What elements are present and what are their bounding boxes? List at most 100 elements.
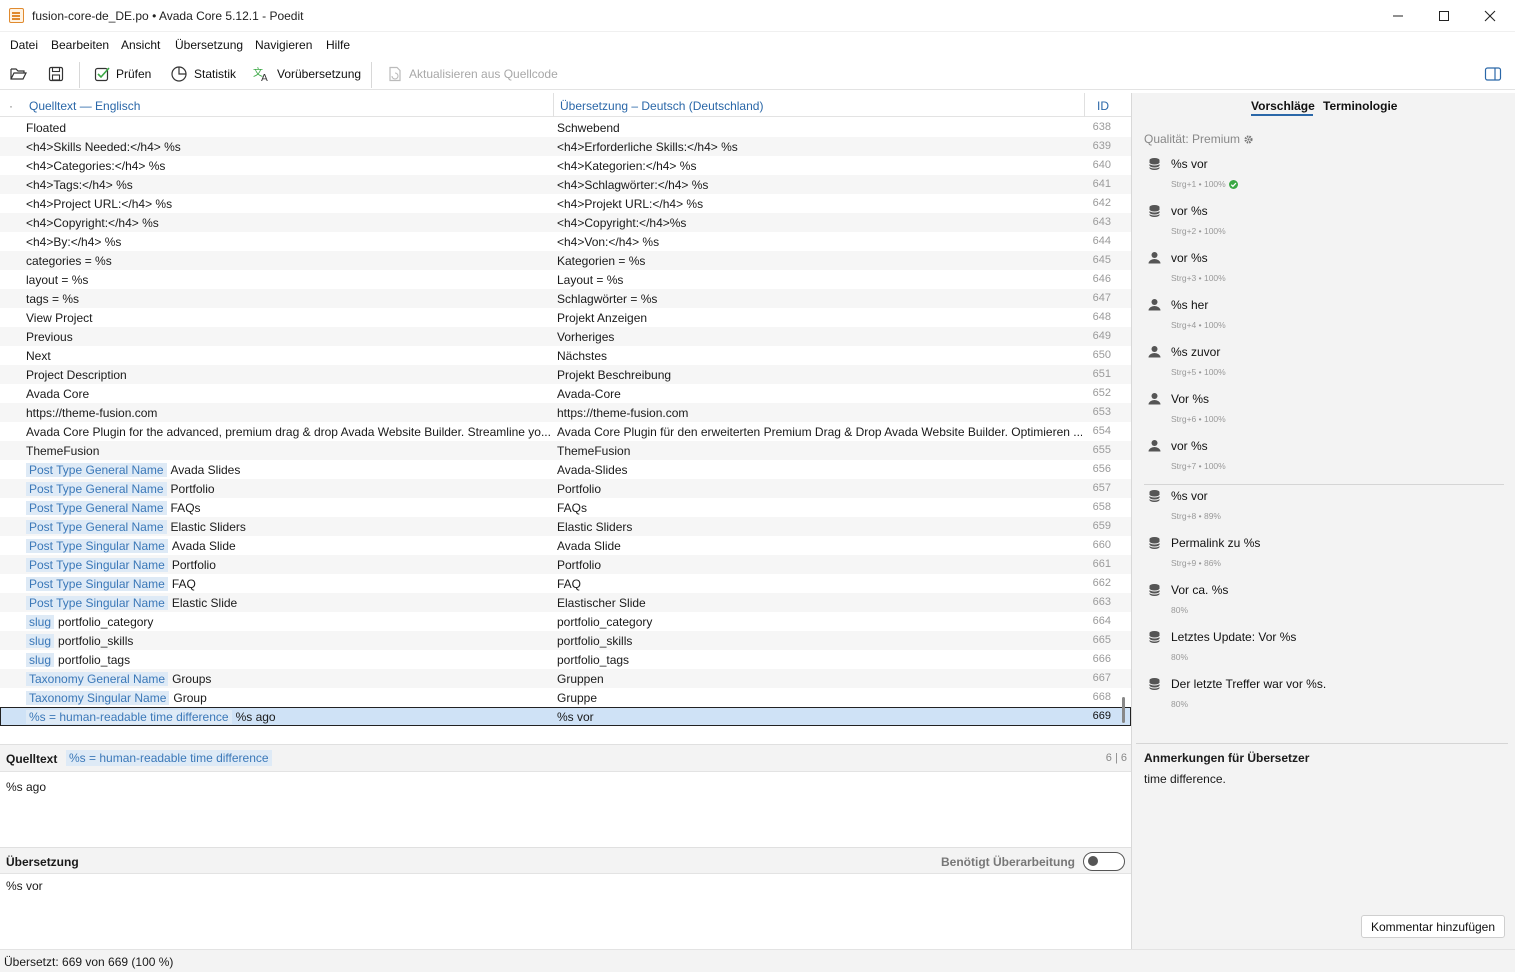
table-row[interactable]: Post Type General Name Portfolio Portfolio… [0, 479, 1131, 498]
suggestion-item[interactable]: %s zuvor Strg+5 • 100% [1144, 341, 1504, 388]
table-row[interactable]: Post Type Singular Name Portfolio Portfoli… [0, 555, 1131, 574]
table-row[interactable]: Avada Core Avada-Core 652 [0, 384, 1131, 403]
column-divider[interactable] [553, 93, 554, 117]
needs-work-toggle[interactable] [1083, 852, 1125, 871]
table-row[interactable]: categories = %s Kategorien = %s 645 [0, 251, 1131, 270]
translation-label: Übersetzung [6, 855, 79, 869]
close-icon [1484, 10, 1496, 22]
suggestion-item[interactable]: Permalink zu %s Strg+9 • 86% [1144, 532, 1504, 579]
table-row[interactable]: <h4>Copyright:</h4> %s <h4>Copyright:</h4… [0, 213, 1131, 232]
row-source: ThemeFusion [26, 444, 550, 458]
source-string: <h4>Copyright:</h4> %s [26, 216, 159, 230]
row-id: 658 [1092, 501, 1111, 513]
source-string: ThemeFusion [26, 444, 100, 458]
column-divider[interactable] [1084, 93, 1085, 117]
row-translation: Gruppen [557, 672, 604, 686]
table-row[interactable]: <h4>Skills Needed:</h4> %s <h4>Erforderli… [0, 137, 1131, 156]
minimize-button[interactable] [1375, 0, 1421, 32]
update-from-source-button[interactable]: Aktualisieren aus Quellcode [387, 64, 558, 84]
quality-label[interactable]: Qualität: Premium [1144, 132, 1254, 146]
database-icon [1148, 489, 1161, 506]
table-row[interactable]: Post Type General Name Avada Slides Avada-… [0, 460, 1131, 479]
suggestion-item[interactable]: %s her Strg+4 • 100% [1144, 294, 1504, 341]
table-row[interactable]: layout = %s Layout = %s 646 [0, 270, 1131, 289]
table-row[interactable]: Post Type General Name FAQs FAQs 658 [0, 498, 1131, 517]
notes-divider [1136, 743, 1508, 744]
table-row[interactable]: Avada Core Plugin for the advanced, prem… [0, 422, 1131, 441]
row-source: Avada Core [26, 387, 550, 401]
table-row[interactable]: <h4>By:</h4> %s <h4>Von:</h4> %s 644 [0, 232, 1131, 251]
suggestion-item[interactable]: Der letzte Treffer war vor %s. 80% [1144, 673, 1504, 720]
suggestion-text: vor %s [1171, 439, 1208, 453]
suggestion-item[interactable]: %s vor Strg+8 • 89% [1144, 485, 1504, 532]
suggestion-item[interactable]: Letztes Update: Vor %s 80% [1144, 626, 1504, 673]
save-icon [48, 66, 64, 82]
statistics-button[interactable]: Statistik [170, 64, 236, 84]
row-translation: <h4>Von:</h4> %s [557, 235, 660, 249]
translation-input[interactable]: %s vor [6, 879, 43, 893]
suggestion-text: Der letzte Treffer war vor %s. [1171, 677, 1327, 691]
table-row[interactable]: Next Nächstes 650 [0, 346, 1131, 365]
row-translation: Schwebend [557, 121, 620, 135]
suggestion-shortcut-score: 80% [1171, 699, 1189, 709]
row-translation: Avada-Core [557, 387, 621, 401]
source-string: FAQs [170, 501, 201, 515]
table-row[interactable]: slug portfolio_skills portfolio_skills 665 [0, 631, 1131, 650]
table-row[interactable]: tags = %s Schlagwörter = %s 647 [0, 289, 1131, 308]
suggestion-item[interactable]: vor %s Strg+2 • 100% [1144, 200, 1504, 247]
table-row[interactable]: Previous Vorheriges 649 [0, 327, 1131, 346]
list-scrollbar[interactable] [1122, 697, 1125, 723]
table-row[interactable]: Floated Schwebend 638 [0, 118, 1131, 137]
table-row[interactable]: Taxonomy Singular Name Group Gruppe 668 [0, 688, 1131, 707]
suggestion-item[interactable]: vor %s Strg+3 • 100% [1144, 247, 1504, 294]
suggestion-text: Vor ca. %s [1171, 583, 1229, 597]
maximize-button[interactable] [1421, 0, 1467, 32]
table-row[interactable]: View Project Projekt Anzeigen 648 [0, 308, 1131, 327]
column-id[interactable]: ID [1097, 99, 1109, 113]
folder-open-icon [10, 68, 27, 80]
table-row[interactable]: %s = human-readable time difference %s ag… [0, 707, 1131, 726]
row-translation: portfolio_skills [557, 634, 633, 648]
suggestion-item[interactable]: vor %s Strg+7 • 100% [1144, 435, 1504, 482]
table-row[interactable]: Taxonomy General Name Groups Gruppen 667 [0, 669, 1131, 688]
table-row[interactable]: slug portfolio_tags portfolio_tags 666 [0, 650, 1131, 669]
pretranslate-button[interactable]: 文A Vorübersetzung [253, 64, 361, 84]
table-row[interactable]: slug portfolio_category portfolio_category… [0, 612, 1131, 631]
add-comment-button[interactable]: Kommentar hinzufügen [1361, 915, 1505, 938]
table-row[interactable]: Post Type Singular Name Avada Slide Avada … [0, 536, 1131, 555]
table-row[interactable]: Post Type General Name Elastic Sliders Ela… [0, 517, 1131, 536]
table-row[interactable]: Post Type Singular Name FAQ FAQ 662 [0, 574, 1131, 593]
menu-file[interactable]: Datei [10, 38, 38, 52]
save-button[interactable] [48, 64, 70, 84]
table-row[interactable]: <h4>Tags:</h4> %s <h4>Schlagwörter:</h4> … [0, 175, 1131, 194]
suggestion-meta: Strg+8 • 89% [1171, 511, 1221, 521]
table-row[interactable]: <h4>Project URL:</h4> %s <h4>Projekt URL:… [0, 194, 1131, 213]
table-row[interactable]: <h4>Categories:</h4> %s <h4>Kategorien:</… [0, 156, 1131, 175]
toggle-sidebar-button[interactable] [1484, 64, 1508, 84]
column-status[interactable]: · [9, 99, 13, 113]
suggestion-item[interactable]: Vor %s Strg+6 • 100% [1144, 388, 1504, 435]
row-id: 653 [1092, 406, 1111, 418]
menu-help[interactable]: Hilfe [326, 38, 350, 52]
suggestion-item[interactable]: Vor ca. %s 80% [1144, 579, 1504, 626]
tab-terminology[interactable]: Terminologie [1323, 99, 1397, 113]
menu-edit[interactable]: Bearbeiten [51, 38, 109, 52]
poedit-app-icon [9, 8, 24, 23]
table-row[interactable]: Post Type Singular Name Elastic Slide Elas… [0, 593, 1131, 612]
tab-suggestions[interactable]: Vorschläge [1251, 99, 1315, 113]
column-translation[interactable]: Übersetzung – Deutsch (Deutschland) [560, 99, 763, 113]
table-row[interactable]: ThemeFusion ThemeFusion 655 [0, 441, 1131, 460]
column-source[interactable]: Quelltext — Englisch [29, 99, 140, 113]
menu-navigate[interactable]: Navigieren [255, 38, 312, 52]
suggestion-item[interactable]: %s vor Strg+1 • 100% [1144, 153, 1504, 200]
notes-text: time difference. [1144, 772, 1226, 786]
open-button[interactable] [10, 64, 34, 84]
menu-view[interactable]: Ansicht [121, 38, 160, 52]
row-translation: Avada Core Plugin für den erweiterten Pr… [557, 425, 1082, 439]
close-button[interactable] [1467, 0, 1513, 32]
table-row[interactable]: Project Description Projekt Beschreibung 6… [0, 365, 1131, 384]
validate-button[interactable]: Prüfen [94, 64, 151, 84]
menu-translation[interactable]: Übersetzung [175, 38, 243, 52]
suggestion-meta: Strg+3 • 100% [1171, 273, 1226, 283]
table-row[interactable]: https://theme-fusion.com https://theme-fu… [0, 403, 1131, 422]
